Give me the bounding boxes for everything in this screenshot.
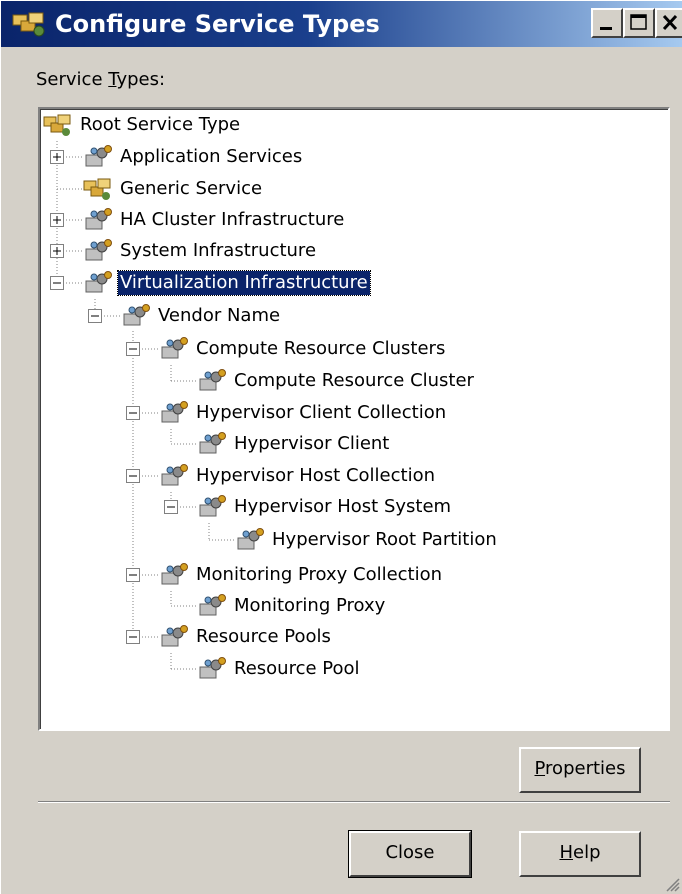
tree-node-label: Vendor Name [158, 305, 281, 326]
separator-highlight [38, 802, 670, 803]
service-gears-icon [161, 401, 188, 423]
title-bar[interactable]: Configure Service Types [1, 1, 682, 47]
service-types-app-icon [12, 12, 45, 37]
collapse-hypervisor-host-collection[interactable] [126, 469, 140, 483]
tree-node-label: Hypervisor Root Partition [272, 529, 497, 550]
service-gears-icon [161, 337, 188, 359]
folder-services-icon [83, 178, 111, 200]
service-gears-icon [199, 657, 226, 679]
collapse-vendor-name[interactable] [88, 309, 102, 323]
tree-node-label: Resource Pool [234, 658, 360, 679]
tree-node-label: Root Service Type [80, 114, 241, 135]
service-gears-icon [85, 271, 112, 293]
service-gears-icon [237, 528, 264, 550]
service-types-tree[interactable]: Root Service Type Application Services G… [38, 107, 670, 731]
expand-application-services[interactable] [50, 150, 64, 164]
collapse-compute-resource-clusters[interactable] [126, 342, 140, 356]
close-button[interactable]: Close [348, 830, 472, 878]
collapse-monitoring-proxy-collection[interactable] [126, 568, 140, 582]
service-gears-icon [161, 563, 188, 585]
folder-services-icon [43, 114, 71, 136]
expand-system-infrastructure[interactable] [50, 244, 64, 258]
minus-icon [91, 315, 99, 317]
collapse-hypervisor-host-system[interactable] [164, 500, 178, 514]
tree-node-label: System Infrastructure [120, 240, 317, 261]
service-gears-icon [199, 594, 226, 616]
tree-node-label: Hypervisor Host Collection [196, 465, 435, 486]
minimize-button[interactable] [591, 8, 623, 38]
tree-node-label: Hypervisor Host System [234, 496, 452, 517]
service-gears-icon [161, 625, 188, 647]
tree-node-label: Compute Resource Clusters [196, 338, 446, 359]
tree-node-label: Hypervisor Client [234, 433, 390, 454]
close-icon [662, 14, 678, 31]
service-gears-icon [199, 369, 226, 391]
service-gears-icon [85, 208, 112, 230]
close-window-button[interactable] [655, 8, 682, 38]
properties-button[interactable]: Properties [519, 747, 641, 793]
expand-ha-cluster-infrastructure[interactable] [50, 213, 64, 227]
tree-node-label: Monitoring Proxy [234, 595, 386, 616]
minus-icon [129, 348, 137, 350]
maximize-button[interactable] [623, 8, 655, 38]
tree-node-label: Application Services [120, 146, 303, 167]
collapse-resource-pools[interactable] [126, 630, 140, 644]
tree-node-label: Generic Service [120, 178, 263, 199]
resize-grip-icon[interactable] [662, 874, 680, 892]
tree-node-label: Compute Resource Cluster [234, 370, 474, 391]
configure-service-types-dialog: Configure Service Types Service Types: R… [0, 0, 682, 894]
minus-icon [129, 475, 137, 477]
maximize-icon [630, 14, 647, 30]
plus-icon [53, 153, 61, 161]
tree-node-label: Monitoring Proxy Collection [196, 564, 443, 585]
minus-icon [129, 412, 137, 414]
minus-icon [53, 282, 61, 284]
service-gears-icon [85, 145, 112, 167]
collapse-hypervisor-client-collection[interactable] [126, 406, 140, 420]
tree-node-label: HA Cluster Infrastructure [120, 209, 345, 230]
minus-icon [167, 506, 175, 508]
window-title: Configure Service Types [55, 10, 380, 38]
service-types-label: Service Types: [36, 69, 166, 90]
service-gears-icon [85, 239, 112, 261]
plus-icon [53, 247, 61, 255]
tree-node-label: Resource Pools [196, 626, 331, 647]
collapse-virtualization-infrastructure[interactable] [50, 276, 64, 290]
tree-node-label: Hypervisor Client Collection [196, 402, 447, 423]
service-gears-icon [199, 495, 226, 517]
minus-icon [129, 574, 137, 576]
plus-icon [53, 216, 61, 224]
help-button[interactable]: Help [519, 831, 641, 877]
service-gears-icon [161, 464, 188, 486]
minimize-icon [600, 27, 612, 30]
tree-node-label-selected: Virtualization Infrastructure [117, 270, 371, 296]
minus-icon [129, 636, 137, 638]
service-gears-icon [199, 432, 226, 454]
service-gears-icon [123, 304, 150, 326]
